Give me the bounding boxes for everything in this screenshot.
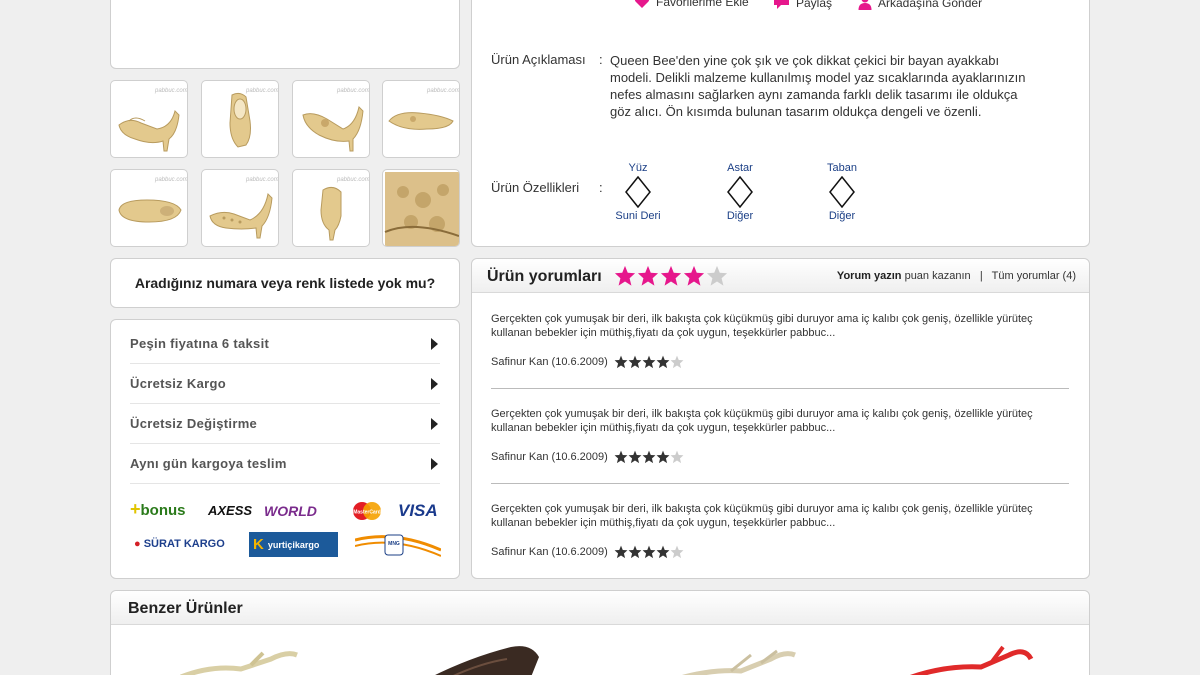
similar-title: Benzer Ürünler <box>128 600 243 617</box>
feature-sole: Taban Diğer <box>827 162 857 222</box>
speech-bubble-icon <box>774 0 789 9</box>
star-icon <box>642 355 656 369</box>
similar-header: Benzer Ürünler <box>111 591 1089 625</box>
reviews-title: Ürün yorumları <box>487 268 602 285</box>
svg-text:MasterCard: MasterCard <box>353 510 381 516</box>
star-icon <box>642 450 656 464</box>
reviews-panel: Ürün yorumları Yorum yazın puan kazanın … <box>471 258 1090 579</box>
thumbnail-2[interactable]: pabbuc.com <box>201 80 279 158</box>
surat-kargo-logo: ● SÜRAT KARGO <box>134 538 225 550</box>
review-item: Gerçekten çok yumuşak bir deri, ilk bakı… <box>491 407 1071 484</box>
feature-upper: Yüz Suni Deri <box>615 162 661 222</box>
diamond-icon <box>829 176 855 208</box>
service-installment[interactable]: Peşin fiyatına 6 taksit <box>130 324 440 364</box>
star-icon <box>670 355 684 369</box>
services-panel: Peşin fiyatına 6 taksit Ücretsiz Kargo Ü… <box>110 319 460 579</box>
review-rating <box>614 355 684 369</box>
bonus-logo: +bonus <box>130 499 186 519</box>
feature-lining: Astar Diğer <box>726 162 754 222</box>
star-icon <box>683 265 705 286</box>
product-info-panel: Favorilerime Ekle Paylaş Arkadaşına Gönd… <box>471 0 1090 247</box>
star-icon <box>642 545 656 559</box>
thumbnail-5[interactable]: pabbuc.com <box>110 169 188 247</box>
thumbnail-7[interactable]: pabbuc.com <box>292 169 370 247</box>
add-favorites-link[interactable]: Favorilerime Ekle <box>634 0 749 9</box>
features-label: Ürün Özellikleri <box>491 180 580 195</box>
axess-logo: AXESS <box>208 503 253 518</box>
star-icon <box>660 265 682 286</box>
star-icon <box>656 450 670 464</box>
arrow-right-icon <box>431 377 438 390</box>
star-icon <box>628 545 642 559</box>
mng-kargo-logo: MNG <box>354 530 442 563</box>
arrow-right-icon <box>431 457 438 470</box>
similar-product-3[interactable] <box>671 641 811 675</box>
person-icon <box>858 0 872 10</box>
thumbnail-1[interactable]: pabbuc.com <box>110 80 188 158</box>
review-item: Gerçekten çok yumuşak bir deri, ilk bakı… <box>491 312 1071 389</box>
arrow-right-icon <box>431 337 438 350</box>
star-icon <box>670 450 684 464</box>
star-icon <box>656 545 670 559</box>
write-review-link[interactable]: Yorum yazın puan kazanın <box>837 270 971 282</box>
similar-product-1[interactable] <box>171 639 311 675</box>
star-icon <box>637 265 659 286</box>
star-icon <box>614 545 628 559</box>
reviews-links: Yorum yazın puan kazanın | Tüm yorumlar … <box>836 270 1076 282</box>
star-icon <box>656 355 670 369</box>
world-logo: WORLD <box>264 503 317 519</box>
similar-product-2[interactable] <box>411 637 551 675</box>
heart-icon <box>634 0 650 8</box>
star-icon <box>628 450 642 464</box>
thumbnail-6[interactable]: pabbuc.com <box>201 169 279 247</box>
star-icon <box>706 265 728 286</box>
review-divider <box>491 483 1069 484</box>
similar-products-panel: Benzer Ürünler <box>110 590 1090 675</box>
shoe-detail-image <box>384 172 459 246</box>
product-rating <box>614 265 728 287</box>
all-reviews-link[interactable]: Tüm yorumlar (4) <box>992 270 1076 282</box>
star-icon <box>628 355 642 369</box>
description-label: Ürün Açıklaması <box>491 52 586 67</box>
thumbnail-8[interactable] <box>382 169 460 247</box>
service-same-day[interactable]: Aynı gün kargoya teslim <box>130 444 440 484</box>
star-icon <box>614 450 628 464</box>
reviews-header: Ürün yorumları Yorum yazın puan kazanın … <box>472 259 1089 293</box>
thumbnail-3[interactable]: pabbuc.com <box>292 80 370 158</box>
main-product-image[interactable] <box>110 0 460 69</box>
review-rating <box>614 545 684 559</box>
similar-product-4[interactable] <box>891 641 1051 675</box>
yurtici-kargo-logo: Kyurtiçikargo <box>249 532 338 557</box>
visa-logo: VISA <box>398 501 438 520</box>
missing-size-color-link[interactable]: Aradığınız numara veya renk listede yok … <box>110 258 460 308</box>
service-free-shipping[interactable]: Ücretsiz Kargo <box>130 364 440 404</box>
svg-text:MNG: MNG <box>388 541 400 547</box>
service-free-exchange[interactable]: Ücretsiz Değiştirme <box>130 404 440 444</box>
diamond-icon <box>727 176 753 208</box>
mastercard-logo: MasterCard <box>351 501 383 526</box>
send-to-friend-link[interactable]: Arkadaşına Gönder <box>858 0 982 10</box>
arrow-right-icon <box>431 417 438 430</box>
review-divider <box>491 388 1069 389</box>
description-colon: : <box>599 52 603 67</box>
star-icon <box>670 545 684 559</box>
share-link[interactable]: Paylaş <box>773 0 832 10</box>
star-icon <box>614 355 628 369</box>
diamond-icon <box>625 176 651 208</box>
product-description: Queen Bee'den yine çok şık ve çok dikkat… <box>610 53 1026 119</box>
thumbnail-4[interactable]: pabbuc.com <box>382 80 460 158</box>
review-item: Gerçekten çok yumuşak bir deri, ilk bakı… <box>491 503 1033 559</box>
star-icon <box>614 265 636 286</box>
review-rating <box>614 450 684 464</box>
